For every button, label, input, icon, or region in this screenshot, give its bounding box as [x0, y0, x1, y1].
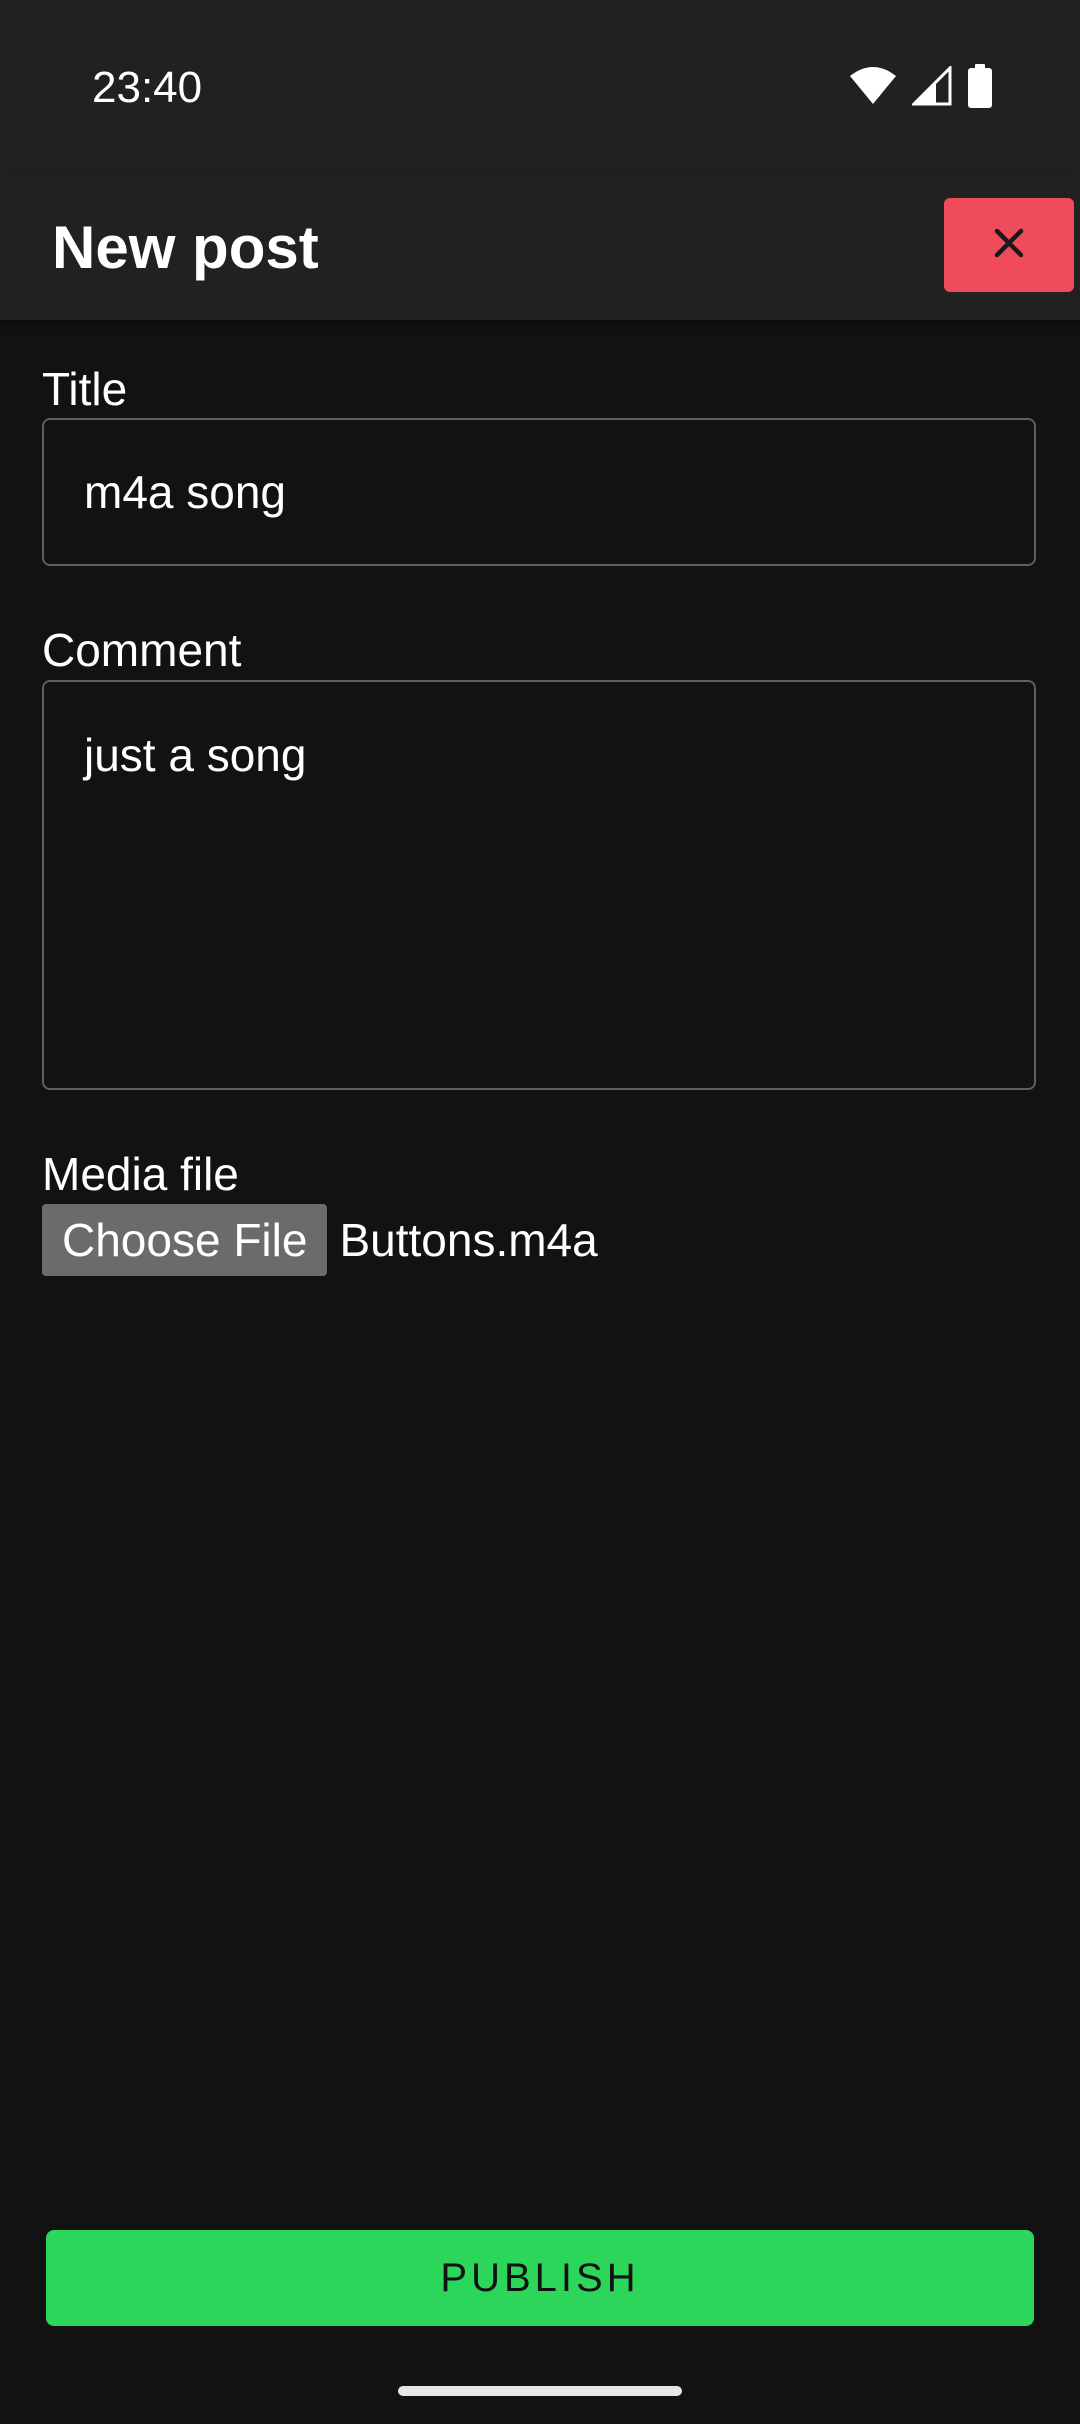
signal-icon: [912, 66, 952, 106]
comment-label: Comment: [42, 624, 242, 676]
title-input-value: m4a song: [84, 466, 287, 518]
status-time: 23:40: [92, 63, 203, 112]
page-title: New post: [52, 214, 319, 281]
status-bar: 23:40: [0, 0, 1080, 176]
title-input[interactable]: m4a song: [42, 418, 1036, 566]
battery-icon: [966, 64, 994, 108]
comment-textarea-value: just a song: [84, 729, 307, 781]
app-bar: New post: [0, 176, 1080, 320]
comment-textarea[interactable]: just a song: [42, 680, 1036, 1090]
title-label: Title: [42, 363, 128, 415]
wifi-icon: [848, 66, 898, 106]
close-button[interactable]: [944, 198, 1074, 292]
status-icons: [848, 62, 994, 110]
new-post-screen: 23:40 New post Title m4a song Comment ju…: [0, 0, 1080, 2424]
gesture-navigation-handle[interactable]: [398, 2386, 682, 2396]
media-file-picker: Choose File Buttons.m4a: [42, 1204, 598, 1276]
close-icon: [994, 228, 1024, 263]
publish-button[interactable]: PUBLISH: [46, 2230, 1034, 2326]
choose-file-button[interactable]: Choose File: [42, 1204, 328, 1276]
media-file-label: Media file: [42, 1148, 239, 1200]
selected-file-name: Buttons.m4a: [339, 1214, 598, 1266]
